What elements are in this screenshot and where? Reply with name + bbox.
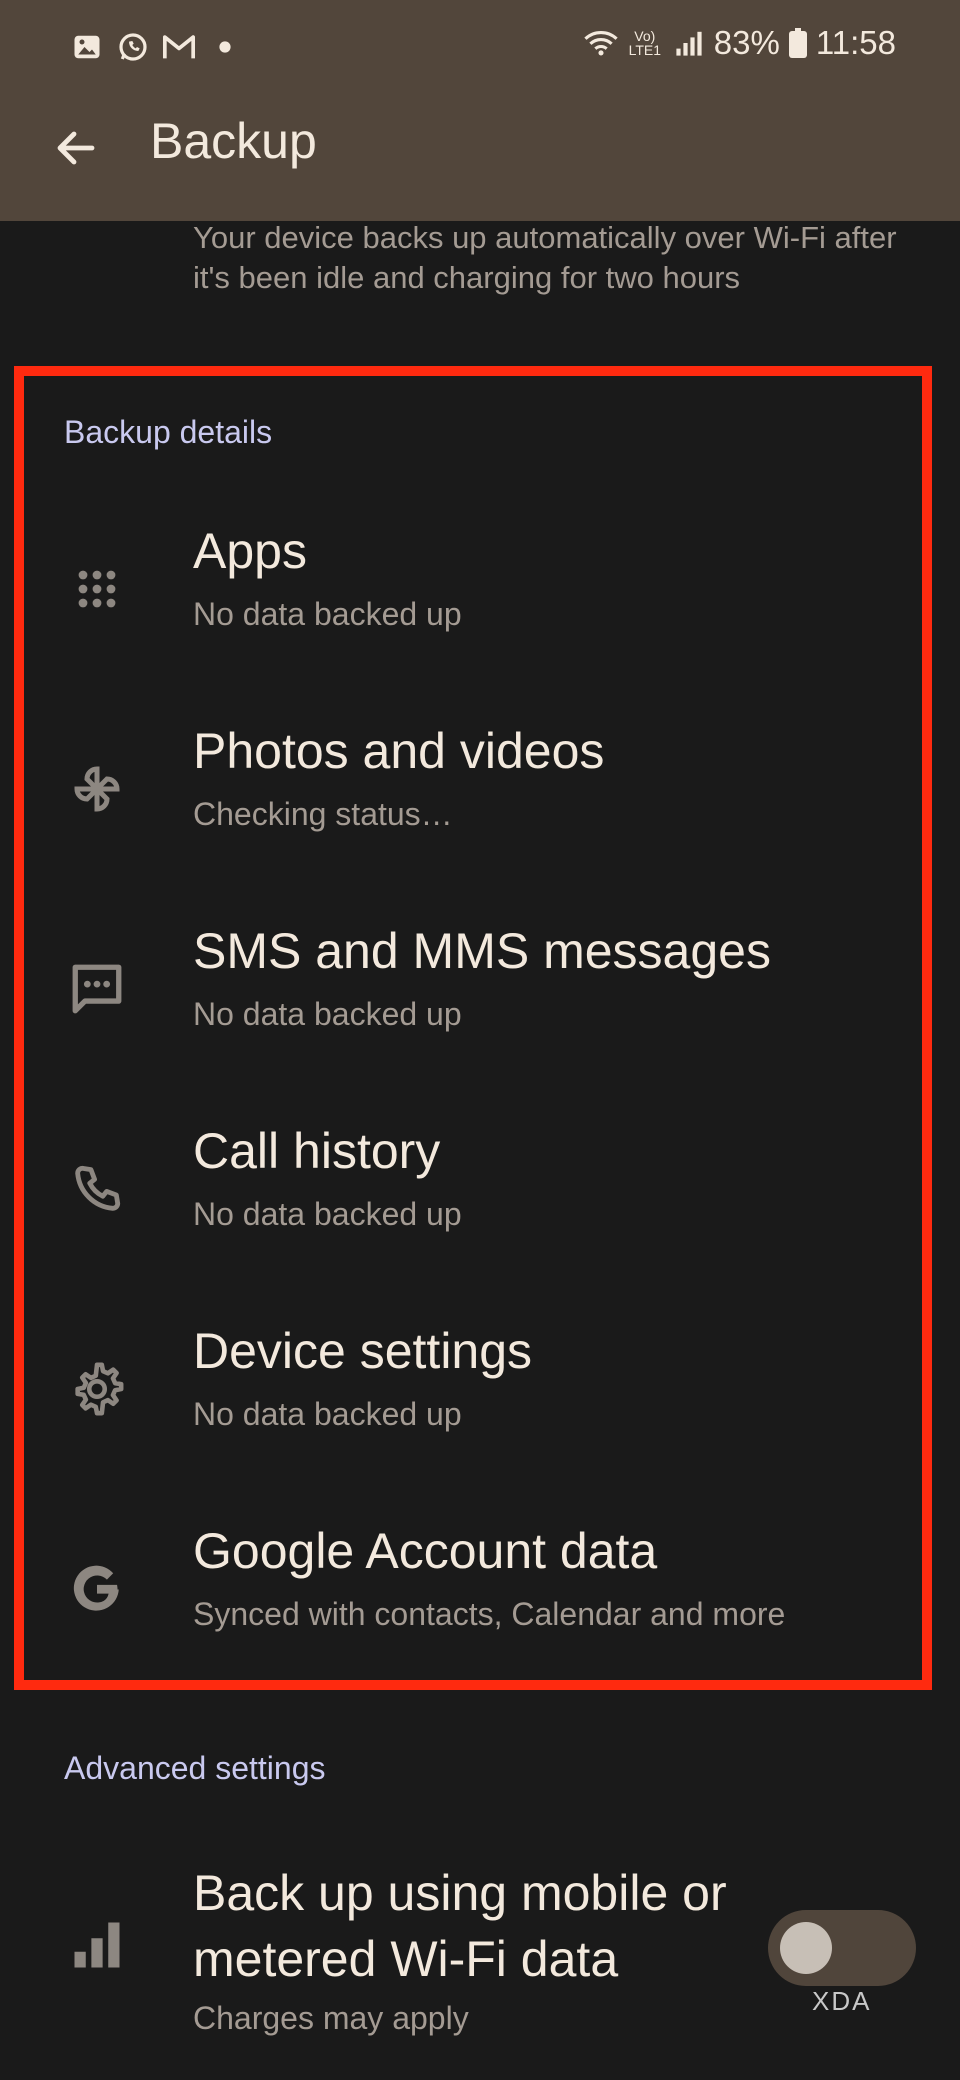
mobile-data-backup-setting[interactable]: Back up using mobile or metered Wi-Fi da…	[0, 1850, 960, 2080]
back-button[interactable]	[48, 120, 104, 176]
whatsapp-icon	[116, 30, 150, 64]
backup-item-device-settings[interactable]: Device settings No data backed up	[0, 1310, 960, 1510]
backup-item-status: No data backed up	[193, 996, 462, 1032]
signal-bars-icon	[62, 1910, 132, 1980]
wifi-icon	[584, 26, 618, 60]
gallery-icon	[70, 30, 104, 64]
backup-item-call-history[interactable]: Call history No data backed up	[0, 1110, 960, 1310]
arrow-back-icon	[57, 131, 95, 165]
backup-item-title: SMS and MMS messages	[193, 923, 771, 979]
app-bar: Vo) LTE1 83% 11:58 Backup	[0, 0, 960, 221]
backup-item-status: No data backed up	[193, 1196, 462, 1232]
pinwheel-icon	[62, 754, 132, 824]
backup-item-title: Call history	[193, 1123, 441, 1179]
backup-item-google-account[interactable]: Google Account data Synced with contacts…	[0, 1510, 960, 1710]
backup-item-title: Apps	[193, 523, 307, 579]
google-icon	[62, 1554, 132, 1624]
mobile-data-subtitle: Charges may apply	[193, 2000, 469, 2036]
toggle-knob	[780, 1922, 832, 1974]
page-title: Backup	[150, 113, 317, 169]
backup-item-title: Google Account data	[193, 1523, 658, 1579]
gear-icon	[62, 1354, 132, 1424]
backup-item-title: Device settings	[193, 1323, 533, 1379]
gmail-icon	[162, 30, 196, 64]
network-badge: Vo) LTE1	[628, 28, 662, 58]
mobile-data-toggle[interactable]	[768, 1910, 916, 1986]
dot-icon	[208, 30, 242, 64]
backup-item-apps[interactable]: Apps No data backed up	[0, 510, 960, 710]
section-title-advanced-settings: Advanced settings	[64, 1750, 326, 1786]
section-title-backup-details: Backup details	[64, 414, 273, 450]
backup-item-status: Checking status…	[193, 796, 453, 832]
backup-item-status: Synced with contacts, Calendar and more	[193, 1596, 786, 1632]
apps-grid-icon	[62, 554, 132, 624]
backup-schedule-description: Your device backs up automatically over …	[193, 220, 897, 295]
cell-signal-icon	[672, 26, 706, 60]
backup-item-sms[interactable]: SMS and MMS messages No data backed up	[0, 910, 960, 1110]
battery-percent: 83%	[713, 24, 780, 61]
backup-item-status: No data backed up	[193, 1396, 462, 1432]
backup-item-photos[interactable]: Photos and videos Checking status…	[0, 710, 960, 910]
backup-item-status: No data backed up	[193, 596, 462, 632]
phone-icon	[62, 1154, 132, 1224]
backup-item-title: Photos and videos	[193, 723, 605, 779]
battery-icon	[788, 26, 808, 60]
clock: 11:58	[815, 24, 896, 61]
message-icon	[62, 954, 132, 1024]
mobile-data-title: Back up using mobile or metered Wi-Fi da…	[193, 1865, 727, 1987]
status-bar: Vo) LTE1 83% 11:58	[0, 0, 960, 96]
xda-watermark: XDA	[812, 1986, 872, 2016]
